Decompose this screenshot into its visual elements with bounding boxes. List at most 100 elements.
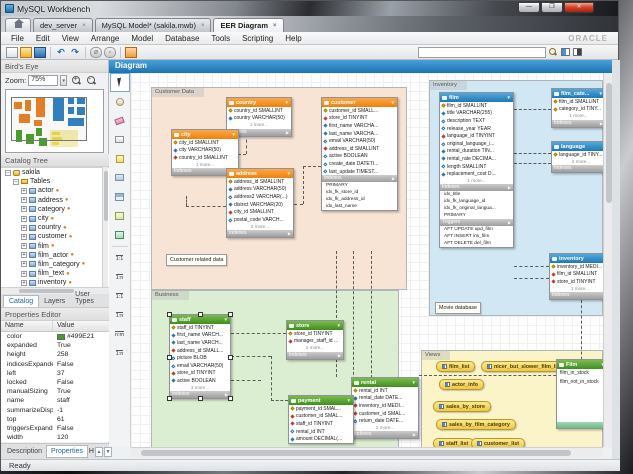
birds-eye-header[interactable]: Bird's Eye	[1, 60, 108, 73]
tree-expander-icon[interactable]: –	[5, 170, 11, 176]
table-rental[interactable]: rental▼rental_id INTrental_date DATE...i…	[351, 377, 419, 439]
tree-item-country[interactable]: +country●	[1, 223, 109, 232]
collapse-arrow-icon[interactable]: ▼	[337, 323, 341, 328]
tab-layers[interactable]: Layers	[39, 296, 70, 307]
property-row[interactable]: width120	[1, 433, 109, 442]
table-payment[interactable]: payment▼payment_id SMAL...customer_id SM…	[288, 395, 354, 444]
new-document-icon[interactable]	[6, 47, 18, 58]
redo-icon[interactable]: ↷	[69, 47, 81, 58]
selection-handle[interactable]	[228, 396, 233, 401]
table-staff[interactable]: staff▼staff_id TINYINTfirst_name VARCH..…	[169, 314, 231, 399]
table-customer[interactable]: customer▼customer_id SMALL...store_id TI…	[321, 97, 398, 211]
property-row[interactable]: triggersExpandedFalse	[1, 424, 109, 433]
section-triggers[interactable]: Triggers▶	[440, 219, 513, 226]
table-header[interactable]: payment▼	[289, 396, 353, 405]
page-setup-icon[interactable]: ▫	[104, 47, 116, 58]
tab-properties[interactable]: Properties	[46, 445, 88, 458]
routine-group-header[interactable]: Film▼	[557, 360, 603, 369]
close-button[interactable]: ✕	[564, 2, 594, 13]
tree-item-schema[interactable]: –sakila	[1, 168, 109, 177]
table-header[interactable]: language▼	[552, 142, 603, 151]
rel-1-n-identifying-tool[interactable]: 1:n	[110, 306, 130, 325]
tree-expander-icon[interactable]: +	[21, 261, 27, 267]
menu-file[interactable]: File	[5, 34, 30, 43]
tree-item-inventory[interactable]: +inventory●	[1, 278, 109, 287]
home-tab[interactable]	[5, 18, 31, 32]
routine-film_in_stock[interactable]: film_in_stock	[557, 369, 603, 378]
section-arrow-icon[interactable]: ▶	[508, 219, 511, 226]
table-header[interactable]: store▼	[287, 321, 343, 330]
property-row[interactable]: expandedTrue	[1, 341, 109, 350]
birds-eye-minimap[interactable]	[5, 89, 104, 153]
collapse-arrow-icon[interactable]: ▼	[507, 95, 511, 100]
property-row[interactable]: lockedFalse	[1, 378, 109, 387]
view-actor_info[interactable]: actor_info	[439, 379, 484, 390]
tab-description[interactable]: Description	[3, 446, 46, 457]
zoom-dropdown-icon[interactable]: ▾	[60, 75, 67, 86]
tree-expander-icon[interactable]: +	[21, 243, 27, 249]
canvas-horizontal-scrollbar[interactable]	[131, 447, 603, 457]
section-indexes[interactable]: Indexes▶	[322, 175, 397, 182]
routine-group-film[interactable]: Film▼film_in_stockfilm_not_in_stock	[556, 359, 603, 429]
rel-n-m-identifying-tool[interactable]: n:m	[110, 325, 130, 344]
scroll-down-icon[interactable]: ▼	[104, 447, 112, 457]
view-customer_list[interactable]: customer_list	[471, 438, 525, 447]
section-indexes[interactable]: Indexes▶	[552, 165, 603, 172]
customer-note[interactable]: Customer related data	[166, 254, 227, 266]
selection-handle[interactable]	[228, 355, 233, 360]
section-arrow-icon[interactable]: ▶	[288, 230, 291, 237]
tree-expander-icon[interactable]: +	[21, 225, 27, 231]
rel-1-n-nonidentifying-tool[interactable]: 1:n	[110, 268, 130, 287]
undo-icon[interactable]: ↶	[55, 47, 67, 58]
selection-handle[interactable]	[198, 312, 203, 317]
tab-close-icon[interactable]: ×	[82, 23, 86, 29]
tree-expander-icon[interactable]: +	[21, 197, 27, 203]
properties-column-value[interactable]: Value	[53, 321, 74, 331]
property-row[interactable]: namestaff	[1, 396, 109, 405]
tree-expander-icon[interactable]: +	[21, 280, 27, 286]
section-indexes[interactable]: Indexes▶	[552, 120, 603, 127]
open-model-icon[interactable]	[20, 47, 32, 58]
property-row[interactable]: left37	[1, 369, 109, 378]
routine-group-tool[interactable]	[110, 225, 130, 244]
selection-handle[interactable]	[167, 312, 172, 317]
table-header[interactable]: customer▼	[322, 98, 397, 107]
toggle-right-panel-icon[interactable]	[573, 48, 582, 56]
zoom-select[interactable]: 75%	[28, 75, 58, 86]
tree-expander-icon[interactable]: +	[21, 271, 27, 277]
tree-item-film[interactable]: +film●	[1, 242, 109, 251]
selection-handle[interactable]	[228, 312, 233, 317]
minimize-button[interactable]: —	[518, 2, 540, 13]
section-indexes[interactable]: Indexes▶	[440, 184, 513, 191]
new-diagram-icon[interactable]	[125, 47, 137, 58]
selection-handle[interactable]	[167, 396, 172, 401]
section-arrow-icon[interactable]: ▶	[286, 129, 289, 136]
section-arrow-icon[interactable]: ▶	[508, 184, 511, 191]
tree-item-film_text[interactable]: +film_text●	[1, 269, 109, 278]
property-row[interactable]: manualSizingTrue	[1, 387, 109, 396]
tree-item-category[interactable]: +category●	[1, 205, 109, 214]
tree-expander-icon[interactable]: +	[21, 216, 27, 222]
history-tab-label[interactable]: H	[89, 448, 94, 455]
view-sales_by_store[interactable]: sales_by_store	[433, 401, 491, 412]
tree-vertical-scrollbar[interactable]	[102, 167, 108, 287]
view-film_list[interactable]: film_list	[436, 361, 475, 372]
table-header[interactable]: inventory▼	[550, 254, 603, 263]
toggle-left-panel-icon[interactable]	[561, 48, 570, 56]
table-header[interactable]: address▼	[227, 169, 293, 178]
table-header[interactable]: country▼	[227, 98, 291, 107]
collapse-arrow-icon[interactable]: ▼	[224, 317, 228, 322]
tab-catalog[interactable]: Catalog	[3, 295, 39, 307]
no-tool-icon[interactable]: ø	[90, 47, 102, 58]
menu-database[interactable]: Database	[159, 34, 205, 43]
menu-tools[interactable]: Tools	[205, 34, 236, 43]
table-language[interactable]: language▼language_id TINY...2 more...Ind…	[551, 141, 603, 173]
tree-expander-icon[interactable]: +	[21, 234, 27, 240]
table-header[interactable]: film▼	[440, 93, 513, 102]
tree-item-city[interactable]: +city●	[1, 214, 109, 223]
collapse-arrow-icon[interactable]: ▼	[412, 380, 416, 385]
property-row[interactable]: color#499E21	[1, 332, 109, 341]
doc-tab-dev_server[interactable]: dev_server×	[33, 18, 93, 32]
menu-arrange[interactable]: Arrange	[85, 34, 125, 43]
rel-1-1-identifying-tool[interactable]: 1:1	[110, 287, 130, 306]
